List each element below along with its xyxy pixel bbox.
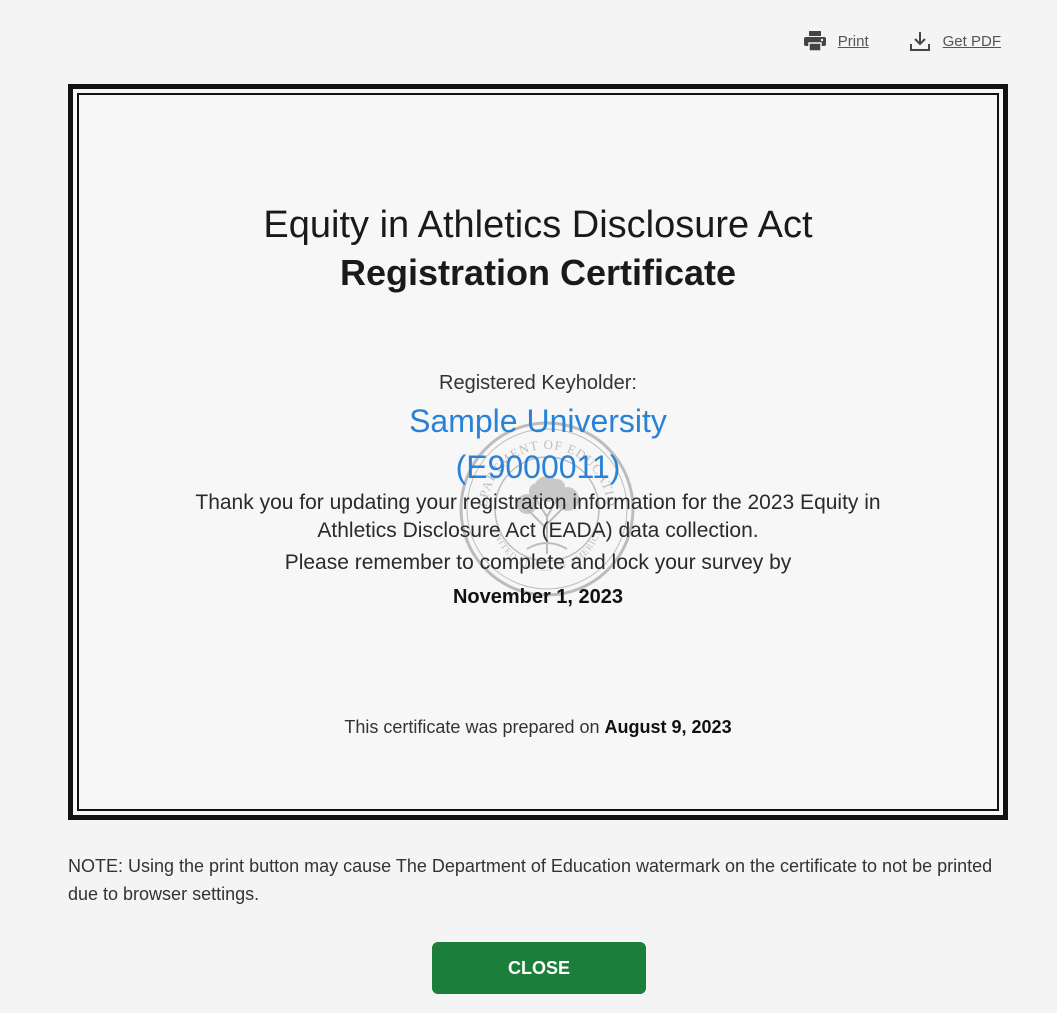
heading-certificate-title: Registration Certificate bbox=[339, 252, 737, 293]
close-button[interactable]: CLOSE bbox=[432, 942, 646, 994]
prepared-date: August 9, 2023 bbox=[604, 717, 732, 737]
keyholder-id: (E9000011) bbox=[455, 449, 621, 485]
get-pdf-label: Get PDF bbox=[942, 32, 1001, 50]
keyholder-name: Sample University bbox=[409, 403, 667, 439]
download-icon bbox=[909, 30, 931, 52]
get-pdf-link[interactable]: Get PDF bbox=[909, 30, 1001, 52]
toolbar: Print Get PDF bbox=[803, 30, 1001, 52]
survey-deadline: November 1, 2023 bbox=[452, 586, 624, 608]
prepared-date-line: This certificate was prepared on August … bbox=[73, 717, 1003, 738]
certificate-heading: Equity in Athletics Disclosure Act Regis… bbox=[73, 201, 1003, 297]
prepared-prefix: This certificate was prepared on bbox=[344, 717, 605, 737]
certificate-modal: Print Get PDF EPARTMENT OF EDUCATIO UNIT… bbox=[0, 0, 1057, 1013]
printer-icon bbox=[803, 31, 826, 51]
heading-act-name: Equity in Athletics Disclosure Act bbox=[263, 204, 813, 246]
print-note: NOTE: Using the print button may cause T… bbox=[68, 856, 993, 904]
print-label: Print bbox=[837, 32, 869, 50]
certificate-body: Registered Keyholder: Sample University … bbox=[113, 369, 963, 611]
reminder-message: Please remember to complete and lock you… bbox=[284, 551, 792, 574]
print-link[interactable]: Print bbox=[803, 31, 869, 51]
thank-you-message: Thank you for updating your registration… bbox=[195, 491, 881, 542]
keyholder-label: Registered Keyholder: bbox=[439, 372, 637, 394]
certificate-frame: DEPARTMENT OF EDUCATION UNITED STATES OF… bbox=[68, 84, 1008, 820]
